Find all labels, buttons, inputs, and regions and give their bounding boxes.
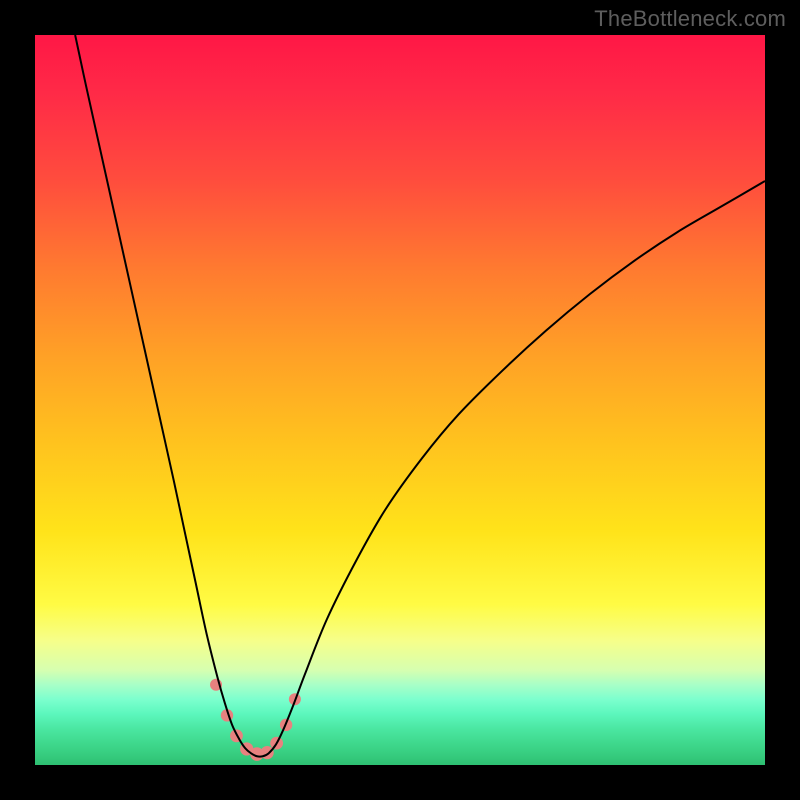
chart-curve [75,35,765,757]
watermark-text: TheBottleneck.com [594,6,786,32]
chart-overlay [35,35,765,765]
